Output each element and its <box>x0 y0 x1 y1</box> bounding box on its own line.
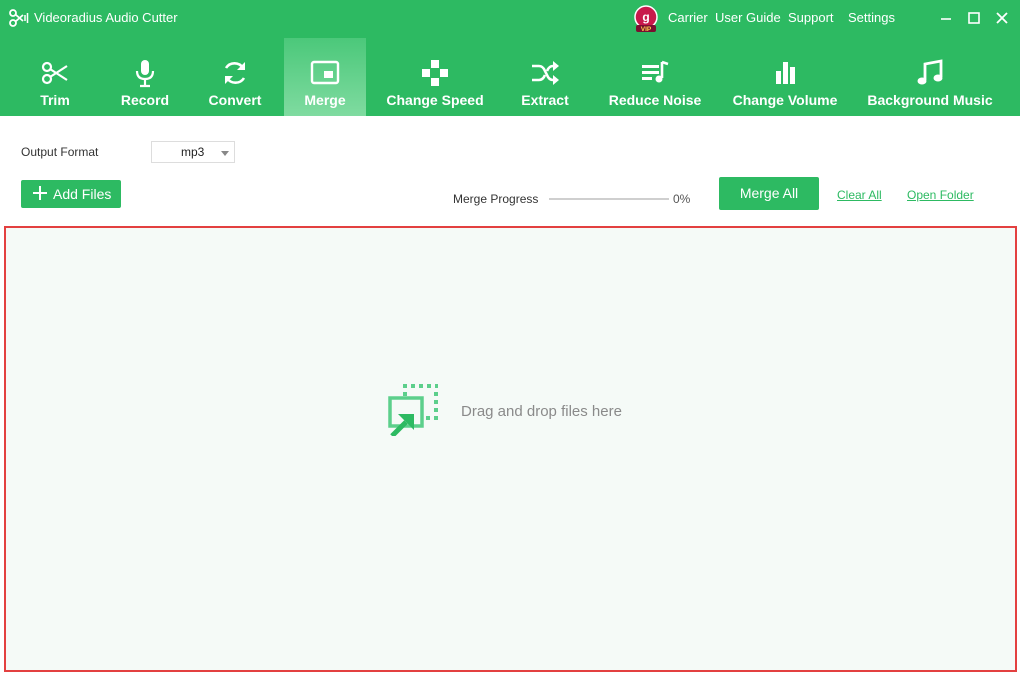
add-files-button[interactable]: Add Files <box>21 180 121 208</box>
tool-record-label: Record <box>120 92 170 108</box>
vip-label: VIP <box>641 26 652 33</box>
tool-reduce-noise-label: Reduce Noise <box>608 92 702 108</box>
open-folder-link[interactable]: Open Folder <box>907 188 974 202</box>
merge-progress-label: Merge Progress <box>453 192 539 206</box>
tool-trim[interactable]: Trim <box>14 38 96 116</box>
carrier-link[interactable]: Carrier <box>668 10 708 25</box>
tool-background-music-label: Background Music <box>867 92 993 108</box>
output-format-label: Output Format <box>21 145 99 159</box>
tool-extract[interactable]: Extract <box>504 38 586 116</box>
bars-icon <box>776 62 795 84</box>
user-guide-link[interactable]: User Guide <box>715 10 781 25</box>
tool-record[interactable]: Record <box>104 38 186 116</box>
tool-merge[interactable]: Merge <box>284 38 366 116</box>
close-icon[interactable] <box>992 8 1012 28</box>
maximize-icon[interactable] <box>964 8 984 28</box>
gamepad-icon <box>422 60 448 86</box>
output-format-value: mp3 <box>181 145 205 159</box>
add-files-label: Add Files <box>53 186 112 202</box>
chevron-down-icon <box>221 151 229 156</box>
support-link[interactable]: Support <box>788 10 834 25</box>
tool-convert-label: Convert <box>208 92 262 108</box>
tool-background-music[interactable]: Background Music <box>860 38 1000 116</box>
refresh-icon <box>224 61 246 85</box>
merge-icon <box>310 60 340 85</box>
vip-avatar-icon[interactable]: g VIP <box>633 5 659 33</box>
scissors-icon <box>41 61 68 85</box>
merge-progress-percent: 0% <box>673 192 691 206</box>
tool-extract-label: Extract <box>521 92 569 108</box>
tool-convert[interactable]: Convert <box>194 38 276 116</box>
app-title: Videoradius Audio Cutter <box>34 10 178 25</box>
drop-zone-text: Drag and drop files here <box>461 403 622 420</box>
tool-change-speed-label: Change Speed <box>386 92 484 108</box>
settings-link[interactable]: Settings <box>848 10 895 25</box>
drag-drop-icon <box>388 384 438 436</box>
output-format-select[interactable]: mp3 <box>151 141 235 163</box>
vip-letter: g <box>642 10 649 24</box>
title-bar: Videoradius Audio Cutter g VIP Carrier U… <box>0 0 1020 36</box>
plus-icon <box>33 186 47 200</box>
clear-all-link[interactable]: Clear All <box>837 188 882 202</box>
microphone-icon <box>135 60 155 88</box>
merge-all-label: Merge All <box>739 185 799 201</box>
merge-progress-bar <box>549 198 669 200</box>
tool-change-volume[interactable]: Change Volume <box>724 38 846 116</box>
tool-change-volume-label: Change Volume <box>732 92 838 108</box>
tool-trim-label: Trim <box>40 92 70 108</box>
minimize-icon[interactable] <box>936 8 956 28</box>
music-note-icon <box>917 59 943 85</box>
tool-change-speed[interactable]: Change Speed <box>376 38 494 116</box>
shuffle-icon <box>532 61 559 85</box>
app-logo-icon <box>9 9 29 27</box>
header: Videoradius Audio Cutter g VIP Carrier U… <box>0 0 1020 116</box>
playlist-icon <box>642 60 669 83</box>
merge-all-button[interactable]: Merge All <box>719 177 819 210</box>
tool-merge-label: Merge <box>304 92 346 108</box>
app-window: Videoradius Audio Cutter g VIP Carrier U… <box>0 0 1020 680</box>
drop-zone[interactable]: Drag and drop files here <box>4 226 1017 672</box>
tool-reduce-noise[interactable]: Reduce Noise <box>598 38 712 116</box>
